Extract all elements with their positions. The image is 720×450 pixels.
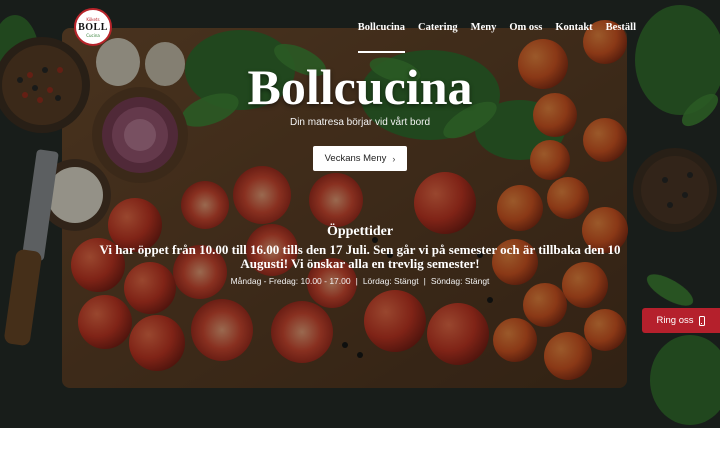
hero-section: Kökets BOLL Cucina Bollcucina Catering M… [0, 0, 720, 428]
hours-saturday: Lördag: Stängt [362, 276, 419, 286]
hours-separator: | [423, 276, 426, 286]
nav-item-bestall[interactable]: Beställ [606, 22, 636, 33]
weekly-menu-button[interactable]: Veckans Meny › [313, 146, 407, 171]
weekly-menu-button-label: Veckans Meny [324, 153, 387, 164]
nav-item-kontakt[interactable]: Kontakt [555, 22, 592, 33]
chevron-right-icon: › [392, 153, 396, 164]
vacation-notice: Vi har öppet från 10.00 till 16.00 tills… [99, 242, 621, 271]
nav-item-bollcucina[interactable]: Bollcucina [357, 22, 406, 53]
nav-item-catering[interactable]: Catering [418, 22, 458, 33]
hours-separator: | [355, 276, 358, 286]
nav-item-meny[interactable]: Meny [471, 22, 497, 33]
logo-bottom-text: Cucina [86, 32, 100, 38]
hero-title: Bollcucina [247, 59, 473, 115]
call-us-label: Ring oss [656, 315, 694, 326]
hours-sunday: Söndag: Stängt [430, 276, 490, 286]
hours-weekdays: Måndag - Fredag: 10.00 - 17.00 [230, 276, 351, 286]
opening-hours-title: Öppettider [326, 224, 394, 239]
brand-logo[interactable]: Kökets BOLL Cucina [74, 8, 112, 46]
phone-icon [699, 315, 706, 326]
call-us-button[interactable]: Ring oss [642, 308, 720, 333]
opening-hours-line: Måndag - Fredag: 10.00 - 17.00 | Lördag: S… [0, 276, 720, 286]
nav-item-om-oss[interactable]: Om oss [509, 22, 542, 33]
hero-tagline: Din matresa börjar vid vårt bord [289, 117, 431, 128]
page-below-hero [0, 428, 720, 450]
main-nav: Bollcucina Catering Meny Om oss Kontakt … [357, 22, 636, 53]
logo-main-text: BOLL [78, 21, 108, 33]
